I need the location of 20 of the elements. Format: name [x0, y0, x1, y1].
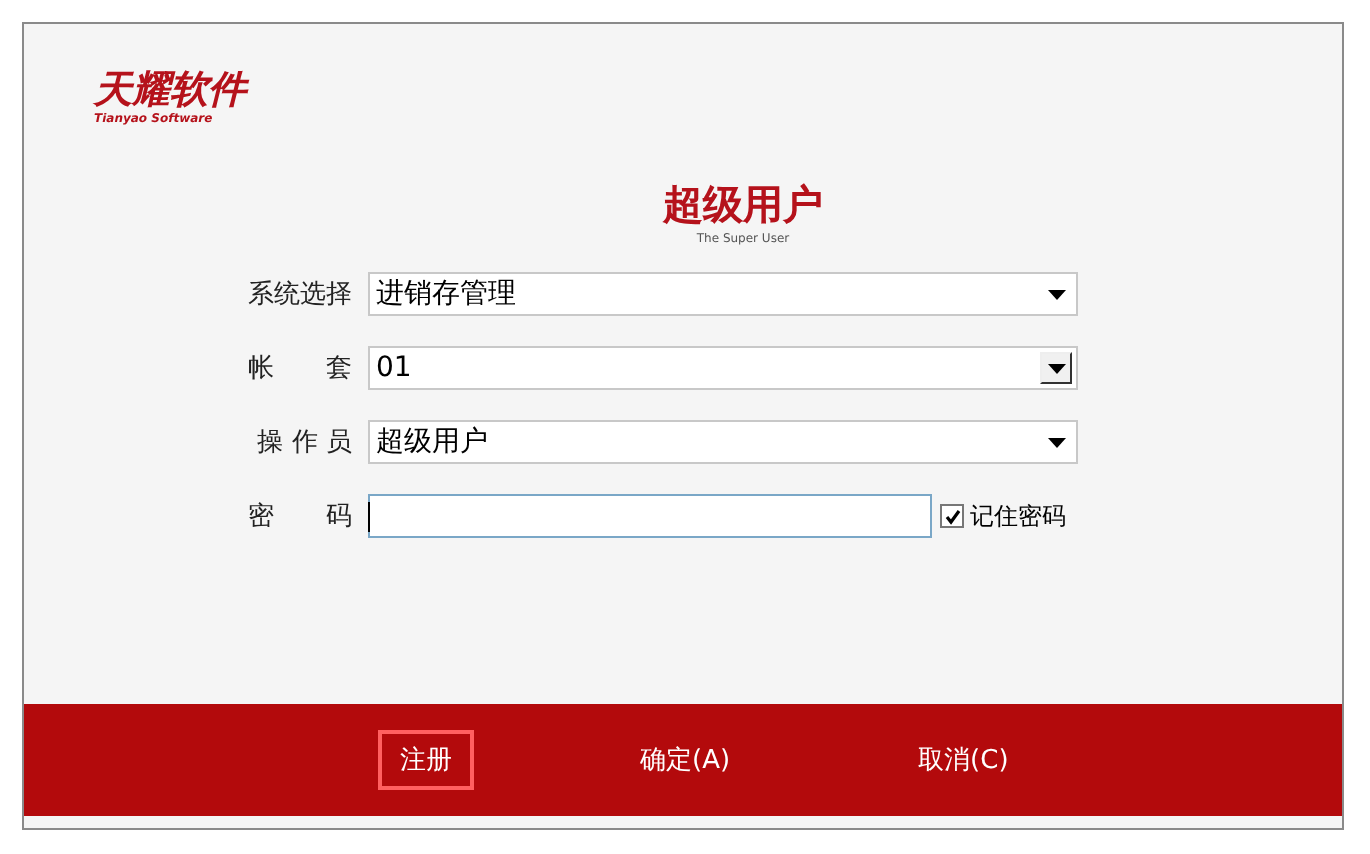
dialog-button[interactable]: 注册 [378, 730, 474, 790]
field-label: 系统选择 [246, 278, 352, 312]
caret-icon[interactable] [1047, 363, 1065, 373]
checkbox-label[interactable]: 记住密码 [970, 499, 1066, 533]
caret-icon[interactable] [1047, 289, 1065, 299]
dropdown-field[interactable]: 超级用户 [368, 420, 1078, 464]
checkbox[interactable] [940, 504, 964, 528]
caret-icon[interactable] [1047, 437, 1065, 447]
dropdown-button[interactable] [1040, 352, 1072, 384]
field-label: 帐 套 [246, 352, 352, 386]
password-field[interactable] [368, 494, 932, 538]
field-label: 操 作 员 [255, 426, 352, 460]
dropdown-field[interactable]: 01 [368, 346, 1078, 390]
dropdown-field[interactable]: 进销存管理 [368, 272, 1078, 316]
dialog-button[interactable]: 确定(A) [618, 730, 753, 790]
logo-title: 天耀软件 [94, 68, 251, 112]
field-label: 密 码 [246, 500, 352, 534]
dialog-title: 超级用户 [663, 180, 823, 228]
dialog-button[interactable]: 取消(C) [896, 730, 1031, 790]
checkmark-icon [943, 507, 961, 525]
